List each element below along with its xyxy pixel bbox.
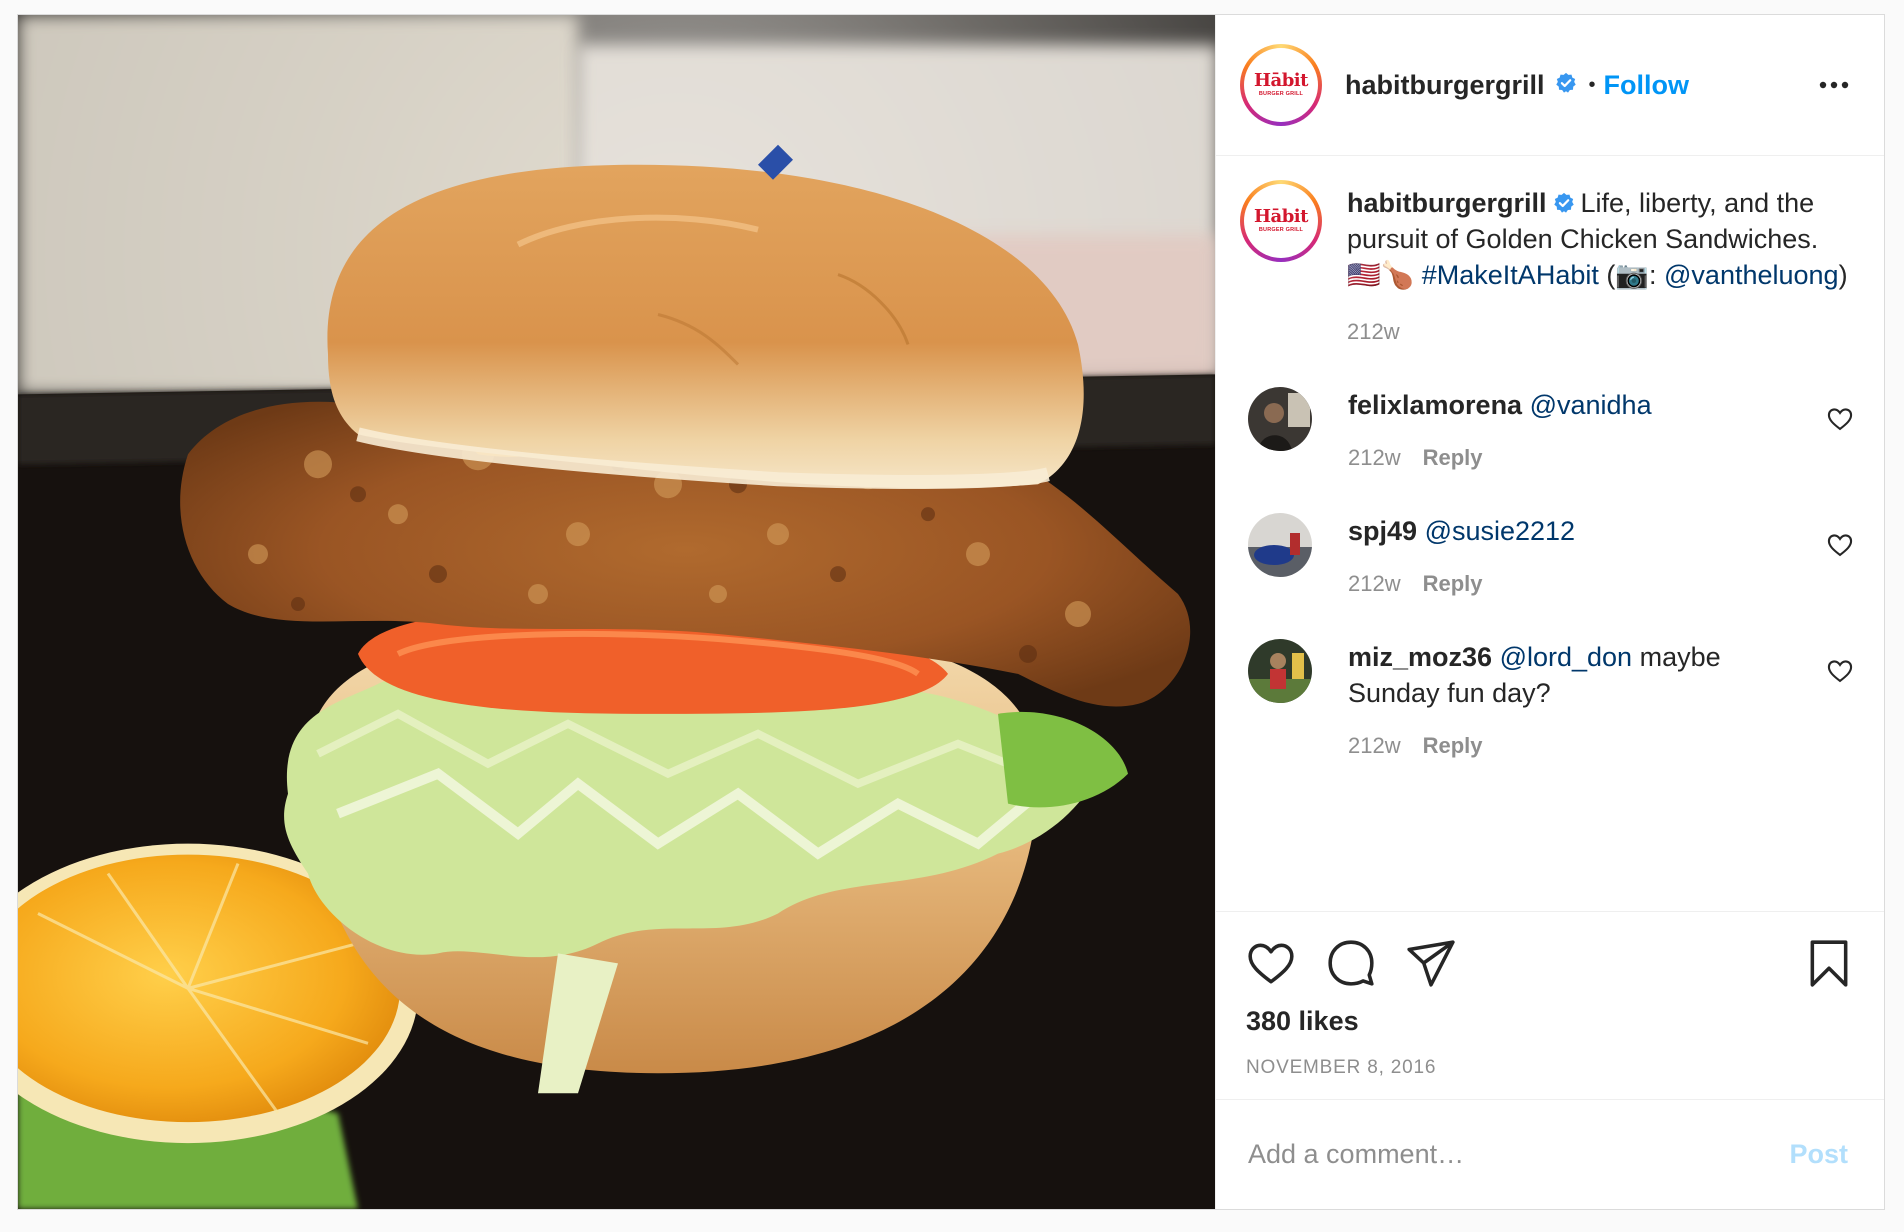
- avatar-image: [1248, 387, 1312, 451]
- comment-timestamp[interactable]: 212w: [1348, 445, 1401, 470]
- comments-section[interactable]: Hābit BURGER GRILL habitburgergrill Life…: [1216, 156, 1884, 911]
- post-card: Hābit BURGER GRILL habitburgergrill • Fo…: [17, 14, 1885, 1210]
- caption-avatar[interactable]: Hābit BURGER GRILL: [1240, 180, 1322, 262]
- action-icon-bar: [1246, 936, 1854, 990]
- comment-username[interactable]: felixlamorena: [1348, 390, 1522, 420]
- post-details-panel: Hābit BURGER GRILL habitburgergrill • Fo…: [1215, 15, 1884, 1209]
- separator-dot: •: [1588, 73, 1596, 96]
- reply-button[interactable]: Reply: [1423, 733, 1483, 758]
- post-actions: 380 likes NOVEMBER 8, 2016: [1216, 911, 1884, 1099]
- follow-button[interactable]: Follow: [1604, 70, 1689, 101]
- reply-button[interactable]: Reply: [1423, 571, 1483, 596]
- commenter-avatar[interactable]: [1248, 387, 1312, 451]
- more-options-button[interactable]: [1814, 65, 1854, 105]
- profile-avatar[interactable]: Hābit BURGER GRILL: [1240, 44, 1322, 126]
- brand-logo: Hābit BURGER GRILL: [1248, 188, 1314, 254]
- caption-username[interactable]: habitburgergrill: [1347, 188, 1547, 218]
- caption-credit-suffix: ): [1838, 260, 1848, 290]
- reply-button[interactable]: Reply: [1423, 445, 1483, 470]
- logo-text: Hābit: [1254, 70, 1308, 92]
- header-username[interactable]: habitburgergrill: [1345, 70, 1545, 101]
- caption-credit-prefix: (📷:: [1606, 260, 1657, 290]
- comment-mention[interactable]: @susie2212: [1425, 516, 1576, 546]
- comment-input[interactable]: [1246, 1138, 1784, 1171]
- more-dots-icon: [1819, 81, 1849, 89]
- caption-hashtag[interactable]: #MakeItAHabit: [1422, 260, 1599, 290]
- post-date[interactable]: NOVEMBER 8, 2016: [1246, 1057, 1854, 1079]
- heart-icon[interactable]: [1246, 938, 1296, 988]
- sandwich-photo: [18, 15, 1215, 1209]
- post-comment-button[interactable]: Post: [1783, 1138, 1854, 1171]
- comment-timestamp[interactable]: 212w: [1348, 733, 1401, 758]
- comment-like-heart-icon[interactable]: [1826, 657, 1854, 685]
- comment-username[interactable]: spj49: [1348, 516, 1417, 546]
- brand-logo: Hābit BURGER GRILL: [1248, 52, 1314, 118]
- caption-text: habitburgergrill Life, liberty, and the …: [1347, 185, 1854, 293]
- comment-timestamp[interactable]: 212w: [1348, 571, 1401, 596]
- avatar-image: [1248, 513, 1312, 577]
- logo-subtext: BURGER GRILL: [1258, 227, 1304, 234]
- logo-text: Hābit: [1254, 206, 1308, 228]
- verified-badge-icon: [1555, 72, 1576, 93]
- comment-like-heart-icon[interactable]: [1826, 531, 1854, 559]
- commenter-avatar[interactable]: [1248, 513, 1312, 577]
- comment-item: spj49 @susie2212 212w Reply: [1240, 513, 1854, 597]
- caption: Hābit BURGER GRILL habitburgergrill Life…: [1240, 180, 1854, 345]
- comment-item: felixlamorena @vanidha 212w Reply: [1240, 387, 1854, 471]
- comment-item: miz_moz36 @lord_don maybe Sunday fun day…: [1240, 639, 1854, 759]
- share-icon[interactable]: [1406, 938, 1456, 988]
- post-header: Hābit BURGER GRILL habitburgergrill • Fo…: [1216, 15, 1884, 156]
- verified-badge-icon: [1553, 192, 1574, 213]
- comment-icon[interactable]: [1326, 938, 1376, 988]
- comment-mention[interactable]: @vanidha: [1530, 390, 1652, 420]
- post-image[interactable]: [18, 15, 1215, 1209]
- add-comment-bar: Post: [1216, 1099, 1884, 1209]
- comment-like-heart-icon[interactable]: [1826, 405, 1854, 433]
- comment-username[interactable]: miz_moz36: [1348, 642, 1492, 672]
- avatar-image: [1248, 639, 1312, 703]
- commenter-avatar[interactable]: [1248, 639, 1312, 703]
- likes-count[interactable]: 380 likes: [1246, 1006, 1854, 1037]
- caption-timestamp[interactable]: 212w: [1347, 319, 1854, 345]
- logo-subtext: BURGER GRILL: [1258, 91, 1304, 98]
- bookmark-icon[interactable]: [1804, 938, 1854, 988]
- caption-mention[interactable]: @vantheluong: [1664, 260, 1839, 290]
- comment-mention[interactable]: @lord_don: [1500, 642, 1633, 672]
